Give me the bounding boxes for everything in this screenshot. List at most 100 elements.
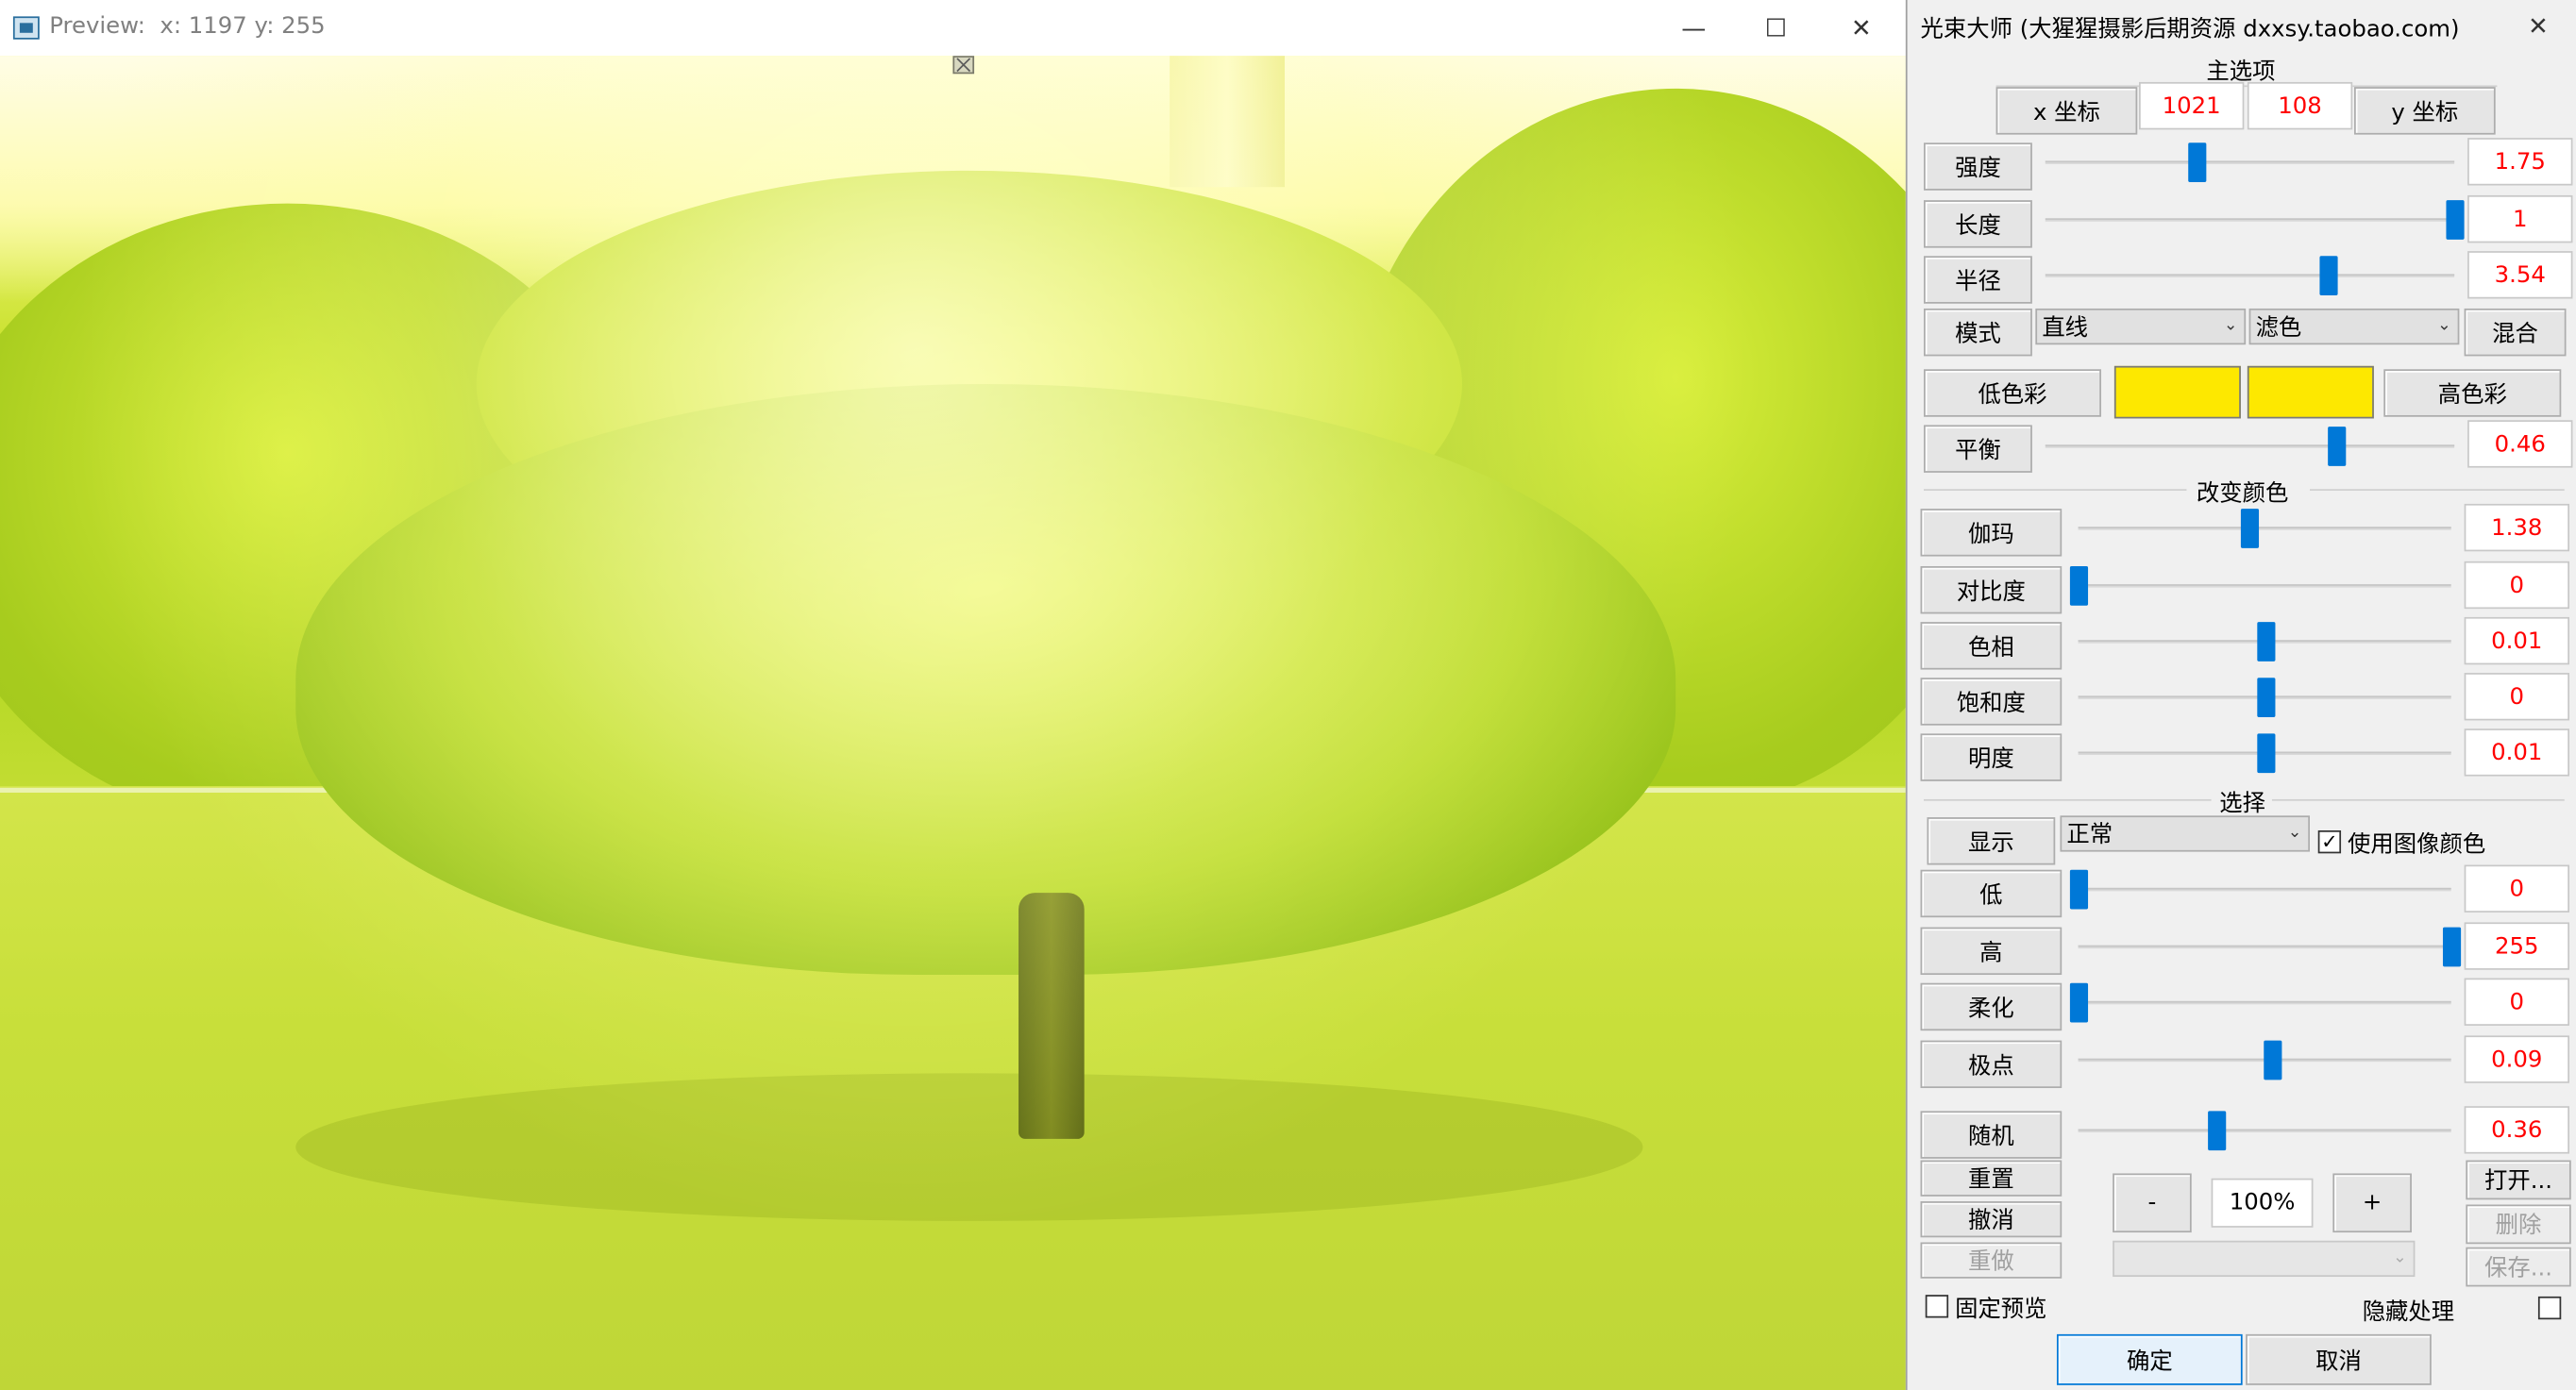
low-color-swatch[interactable] — [2113, 365, 2241, 419]
slider-value[interactable]: 0 — [2464, 978, 2569, 1026]
display-button[interactable]: 显示 — [1927, 817, 2056, 865]
slider-value[interactable]: 1.38 — [2464, 503, 2569, 552]
slider-track[interactable] — [2045, 200, 2465, 240]
slider-label-button[interactable]: 色相 — [1920, 622, 2062, 670]
zoom-in-button[interactable]: + — [2332, 1173, 2412, 1233]
control-panel: 光束大师 (大猩猩摄影后期资源 dxxsy.taobao.com) ✕ 主选项 … — [1905, 0, 2576, 1390]
open-button[interactable]: 打开... — [2466, 1160, 2571, 1200]
use-image-color-checkbox[interactable]: ✓ — [2317, 829, 2342, 854]
slider-thumb[interactable] — [2264, 1040, 2282, 1080]
color-section-label: 改变颜色 — [2196, 480, 2289, 508]
slider-value[interactable]: 1 — [2467, 194, 2573, 243]
maximize-icon[interactable]: ☐ — [1738, 3, 1813, 52]
save-button[interactable]: 保存... — [2466, 1247, 2571, 1287]
slider-track[interactable] — [2078, 622, 2451, 662]
blend-select[interactable]: 滤色 ⌄ — [2248, 308, 2460, 345]
slider-label-button[interactable]: 饱和度 — [1920, 678, 2062, 726]
slider-track[interactable] — [2069, 565, 2451, 606]
slider-label-button[interactable]: 半径 — [1924, 256, 2032, 304]
balance-value[interactable]: 0.46 — [2467, 420, 2573, 468]
fixed-preview-checkbox[interactable] — [1925, 1295, 1949, 1318]
slider-track[interactable] — [2069, 982, 2451, 1023]
y-coordinate-button[interactable]: y 坐标 — [2353, 87, 2496, 135]
use-image-color-label: 使用图像颜色 — [2348, 831, 2486, 859]
slider-value[interactable]: 0 — [2464, 561, 2569, 610]
random-value[interactable]: 0.36 — [2464, 1106, 2569, 1154]
slider-value[interactable]: 1.75 — [2467, 138, 2573, 186]
slider-thumb[interactable] — [2188, 142, 2207, 183]
slider-thumb[interactable] — [2446, 200, 2465, 240]
divider — [1924, 798, 2212, 801]
slider-track[interactable] — [2078, 678, 2451, 717]
balance-slider[interactable] — [2045, 427, 2455, 466]
slider-track[interactable] — [2069, 869, 2451, 910]
x-coordinate-value[interactable]: 1021 — [2139, 81, 2245, 130]
slider-track[interactable] — [2045, 142, 2455, 183]
mode-select[interactable]: 直线 ⌄ — [2035, 308, 2247, 345]
low-color-button[interactable]: 低色彩 — [1924, 369, 2101, 417]
divider — [1924, 489, 2187, 491]
slider-label-button[interactable]: 长度 — [1924, 200, 2032, 248]
high-color-swatch[interactable] — [2247, 365, 2374, 419]
slider-track[interactable] — [2078, 509, 2451, 548]
select-section-label: 选择 — [2219, 791, 2266, 818]
blend-button[interactable]: 混合 — [2464, 308, 2567, 357]
close-icon[interactable]: ✕ — [1824, 3, 1899, 52]
balance-button[interactable]: 平衡 — [1924, 425, 2032, 473]
slider-track[interactable] — [2078, 927, 2462, 967]
slider-track[interactable] — [2078, 1040, 2451, 1080]
preset-select[interactable]: ⌄ — [2113, 1240, 2416, 1278]
slider-label-button[interactable]: 高 — [1920, 927, 2062, 976]
redo-button[interactable]: 重做 — [1920, 1242, 2062, 1279]
slider-value[interactable]: 0.09 — [2464, 1035, 2569, 1083]
reset-button[interactable]: 重置 — [1920, 1160, 2062, 1197]
slider-track[interactable] — [2078, 733, 2451, 774]
slider-thumb[interactable] — [2442, 927, 2462, 967]
y-coordinate-value[interactable]: 108 — [2247, 81, 2353, 130]
cancel-button[interactable]: 取消 — [2246, 1333, 2432, 1385]
delete-button[interactable]: 删除 — [2466, 1204, 2571, 1245]
panel-close-icon[interactable]: ✕ — [2505, 5, 2571, 47]
preview-image[interactable] — [0, 56, 1906, 1390]
ok-button[interactable]: 确定 — [2056, 1333, 2243, 1385]
mode-button[interactable]: 模式 — [1924, 308, 2032, 357]
x-coordinate-button[interactable]: x 坐标 — [1995, 87, 2138, 135]
slider-thumb[interactable] — [2327, 427, 2346, 466]
slider-label-button[interactable]: 低 — [1920, 869, 2062, 918]
high-color-button[interactable]: 高色彩 — [2383, 369, 2562, 417]
slider-value[interactable]: 3.54 — [2467, 251, 2573, 299]
preview-title: Preview: x: 1197 y: 255 — [49, 12, 326, 40]
preview-title-bar: Preview: x: 1197 y: 255 — ☐ ✕ — [0, 0, 1906, 57]
slider-value[interactable]: 0 — [2464, 673, 2569, 721]
slider-thumb[interactable] — [2256, 622, 2275, 662]
undo-button[interactable]: 撤消 — [1920, 1201, 2062, 1238]
slider-thumb[interactable] — [2241, 509, 2260, 548]
random-button[interactable]: 随机 — [1920, 1111, 2062, 1159]
slider-thumb[interactable] — [2256, 733, 2275, 774]
slider-track[interactable] — [2045, 256, 2455, 296]
slider-value[interactable]: 0.01 — [2464, 728, 2569, 777]
slider-thumb[interactable] — [2069, 982, 2089, 1023]
slider-thumb[interactable] — [2069, 869, 2089, 910]
slider-label-button[interactable]: 伽玛 — [1920, 509, 2062, 557]
slider-thumb[interactable] — [2319, 256, 2338, 296]
slider-thumb[interactable] — [2256, 678, 2275, 717]
slider-value[interactable]: 0 — [2464, 864, 2569, 913]
slider-label-button[interactable]: 柔化 — [1920, 982, 2062, 1031]
display-select[interactable]: 正常 ⌄ — [2060, 815, 2311, 852]
zoom-out-button[interactable]: - — [2113, 1173, 2192, 1233]
light-source-handle[interactable] — [952, 56, 975, 75]
slider-label-button[interactable]: 对比度 — [1920, 565, 2062, 614]
slider-label-button[interactable]: 极点 — [1920, 1040, 2062, 1089]
chevron-down-icon: ⌄ — [2437, 316, 2451, 335]
light-rays — [0, 56, 1906, 1390]
slider-label-button[interactable]: 明度 — [1920, 733, 2062, 781]
slider-value[interactable]: 255 — [2464, 922, 2569, 970]
hide-process-checkbox[interactable] — [2537, 1296, 2562, 1320]
random-slider[interactable] — [2078, 1111, 2451, 1151]
slider-thumb[interactable] — [2069, 565, 2089, 606]
slider-value[interactable]: 0.01 — [2464, 616, 2569, 665]
minimize-icon[interactable]: — — [1656, 3, 1731, 52]
slider-thumb[interactable] — [2208, 1111, 2227, 1151]
slider-label-button[interactable]: 强度 — [1924, 142, 2032, 191]
